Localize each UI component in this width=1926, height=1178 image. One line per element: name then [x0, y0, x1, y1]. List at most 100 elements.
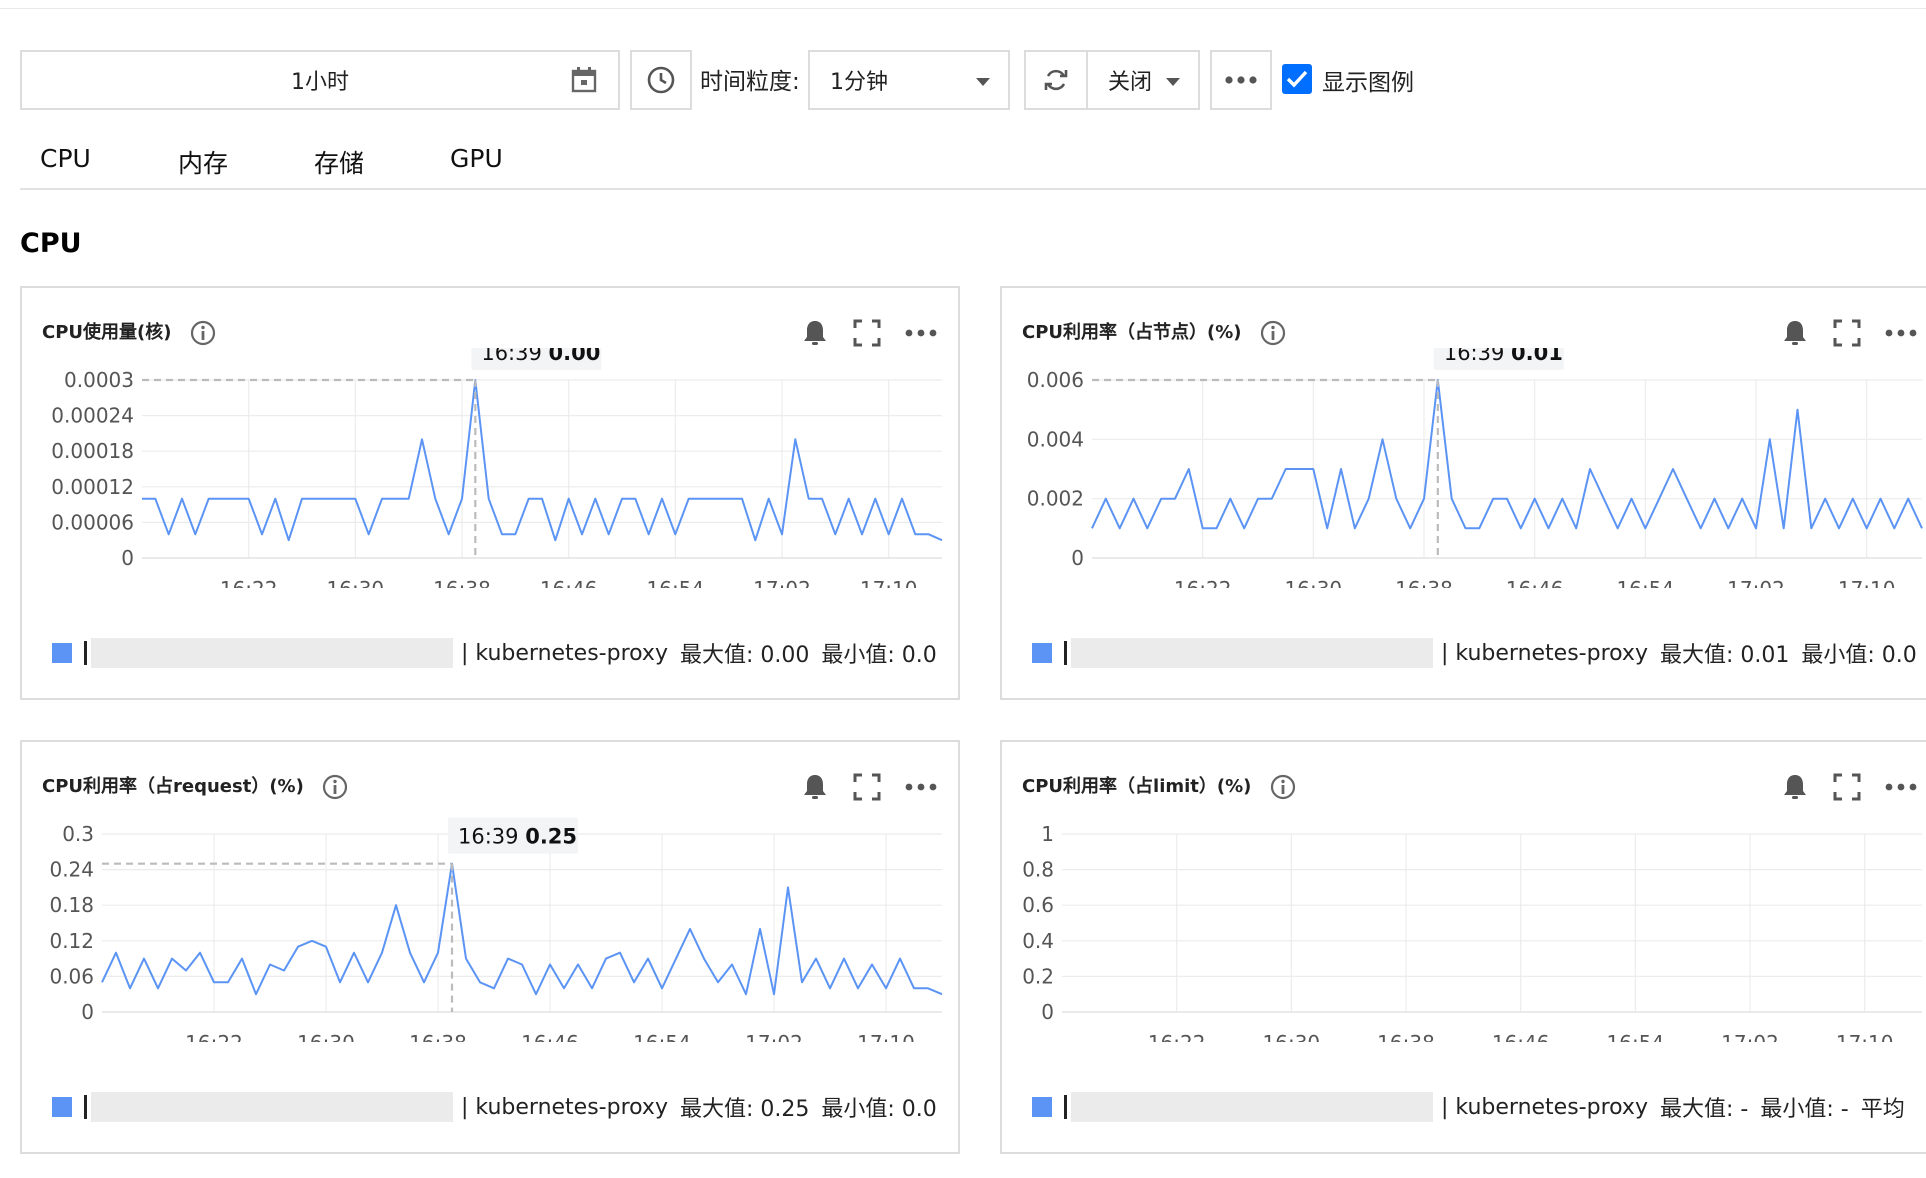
- fullscreen-icon[interactable]: [852, 318, 882, 348]
- time-range-value: 1小时: [291, 70, 349, 95]
- tab-memory[interactable]: 内存: [178, 144, 228, 180]
- tooltip-text: 16:39 0.01: [1444, 348, 1563, 365]
- clock-icon: [647, 66, 675, 94]
- y-tick-label: 0.06: [49, 964, 94, 988]
- legend-swatch: [52, 1097, 72, 1117]
- metric-tabs: CPU 内存 存储 GPU: [20, 140, 1926, 190]
- more-icon: [1225, 76, 1257, 84]
- chart-legend[interactable]: | kubernetes-proxy 最大值: - 最小值: - 平均: [1032, 1092, 1905, 1122]
- legend-max: 最大值: 0.25: [679, 1097, 810, 1122]
- more-options-button[interactable]: [1210, 50, 1272, 110]
- more-icon[interactable]: [1884, 318, 1917, 348]
- y-tick-label: 0.4: [1022, 929, 1054, 953]
- clock-button[interactable]: [630, 50, 692, 110]
- line-chart: 0 0.06 0.12 0.18 0.24 0.3 16:22 16:30 16:38 16:46…: [49, 817, 943, 1042]
- granularity-value: 1分钟: [830, 70, 888, 95]
- tooltip-text: 16:39 0.00: [481, 348, 600, 365]
- legend-swatch: [1032, 1097, 1052, 1117]
- x-tick-label: 17:10: [860, 577, 918, 588]
- x-tick-label: 16:46: [1506, 577, 1564, 588]
- granularity-label: 时间粒度:: [700, 69, 800, 95]
- legend-tick: [84, 1095, 87, 1119]
- y-tick-label: 0.18: [49, 893, 94, 917]
- y-tick-label: 0.006: [1027, 368, 1084, 392]
- fullscreen-icon[interactable]: [852, 772, 882, 802]
- fullscreen-icon[interactable]: [1832, 772, 1862, 802]
- chart-card-1: CPU使用量(核) 0 0.00006 0.00012 0.00018 0.00…: [20, 286, 960, 700]
- series-line[interactable]: [1091, 379, 1923, 530]
- alarm-bell-icon[interactable]: [1780, 318, 1810, 348]
- card-actions: [1780, 318, 1917, 348]
- legend-tick: [1064, 641, 1067, 665]
- chart-legend[interactable]: | kubernetes-proxy 最大值: 0.01 最小值: 0.0: [1032, 638, 1917, 668]
- y-tick-label: 0.002: [1027, 487, 1084, 511]
- legend-series-name: | kubernetes-proxy: [461, 640, 668, 666]
- more-icon[interactable]: [904, 318, 937, 348]
- refresh-icon: [1044, 69, 1068, 91]
- x-tick-label: 16:22: [185, 1031, 243, 1042]
- alarm-bell-icon[interactable]: [800, 318, 830, 348]
- x-tick-label: 16:38: [1395, 577, 1453, 588]
- legend-series-name: | kubernetes-proxy: [1441, 640, 1648, 666]
- x-tick-label: 17:10: [857, 1031, 915, 1042]
- x-tick-label: 17:02: [753, 577, 811, 588]
- calendar-icon[interactable]: [570, 66, 598, 94]
- tab-gpu[interactable]: GPU: [450, 144, 503, 173]
- series-line[interactable]: [101, 862, 943, 996]
- x-tick-label: 16:22: [1148, 1031, 1206, 1042]
- series-line[interactable]: [142, 379, 943, 542]
- y-tick-label: 0.8: [1022, 858, 1054, 882]
- x-tick-label: 17:10: [1838, 577, 1896, 588]
- tooltip-text: 16:39 0.25: [458, 825, 577, 849]
- legend-series-name: | kubernetes-proxy: [1441, 1094, 1648, 1120]
- y-tick-label: 0: [1041, 1000, 1054, 1024]
- chart-tooltip: 16:39 0.01: [1433, 348, 1564, 370]
- x-tick-label: 16:22: [220, 577, 278, 588]
- info-icon[interactable]: [190, 320, 216, 346]
- y-tick-label: 0.00012: [51, 475, 134, 499]
- y-tick-label: 0.0003: [64, 368, 134, 392]
- info-icon[interactable]: [1260, 320, 1286, 346]
- chart-legend[interactable]: | kubernetes-proxy 最大值: 0.25 最小值: 0.0: [52, 1092, 937, 1122]
- alarm-bell-icon[interactable]: [800, 772, 830, 802]
- more-icon[interactable]: [1884, 772, 1917, 802]
- chevron-down-icon: [976, 78, 990, 86]
- info-icon[interactable]: [1270, 774, 1296, 800]
- chart-legend[interactable]: | kubernetes-proxy 最大值: 0.00 最小值: 0.0: [52, 638, 937, 668]
- legend-max: 最大值: 0.00: [679, 643, 810, 668]
- x-tick-label: 16:54: [633, 1031, 691, 1042]
- section-title: CPU: [20, 228, 82, 259]
- auto-refresh-value: 关闭: [1108, 70, 1153, 95]
- tab-storage[interactable]: 存储: [314, 144, 364, 180]
- legend-min: 最小值: -: [1760, 1097, 1849, 1122]
- more-icon[interactable]: [904, 772, 937, 802]
- chart-tooltip: 16:39 0.25: [448, 817, 578, 854]
- redacted-series-name: [1071, 1092, 1433, 1122]
- y-tick-label: 0.3: [62, 822, 94, 846]
- top-divider: [0, 8, 1926, 9]
- auto-refresh-select[interactable]: 关闭: [1086, 50, 1200, 110]
- show-legend-checkbox[interactable]: [1282, 64, 1312, 94]
- time-range-picker[interactable]: 1小时: [20, 50, 620, 110]
- legend-avg: 平均: [1860, 1097, 1905, 1122]
- line-chart: 0 0.002 0.004 0.006 16:22 16:30 16:38 16:46 16:5…: [1027, 348, 1923, 588]
- redacted-series-name: [91, 638, 453, 668]
- legend-swatch: [52, 643, 72, 663]
- fullscreen-icon[interactable]: [1832, 318, 1862, 348]
- info-icon[interactable]: [322, 774, 348, 800]
- x-tick-label: 16:46: [521, 1031, 579, 1042]
- x-tick-label: 16:30: [297, 1031, 355, 1042]
- alarm-bell-icon[interactable]: [1780, 772, 1810, 802]
- chart-title: CPU利用率（占节点）(%): [1022, 322, 1242, 343]
- show-legend-label[interactable]: 显示图例: [1322, 63, 1414, 97]
- refresh-button[interactable]: [1024, 50, 1086, 110]
- tab-cpu[interactable]: CPU: [40, 144, 91, 173]
- line-chart: 0 0.00006 0.00012 0.00018 0.00024 0.0003 16:22…: [51, 348, 943, 588]
- legend-min: 最小值: 0.0: [821, 1097, 937, 1122]
- x-tick-label: 16:38: [1377, 1031, 1435, 1042]
- granularity-select[interactable]: 1分钟: [808, 50, 1010, 110]
- x-tick-label: 16:54: [1607, 1031, 1665, 1042]
- chart-title: CPU利用率（占request）(%): [42, 776, 304, 797]
- y-tick-label: 0.00006: [51, 510, 134, 534]
- x-tick-label: 16:38: [433, 577, 491, 588]
